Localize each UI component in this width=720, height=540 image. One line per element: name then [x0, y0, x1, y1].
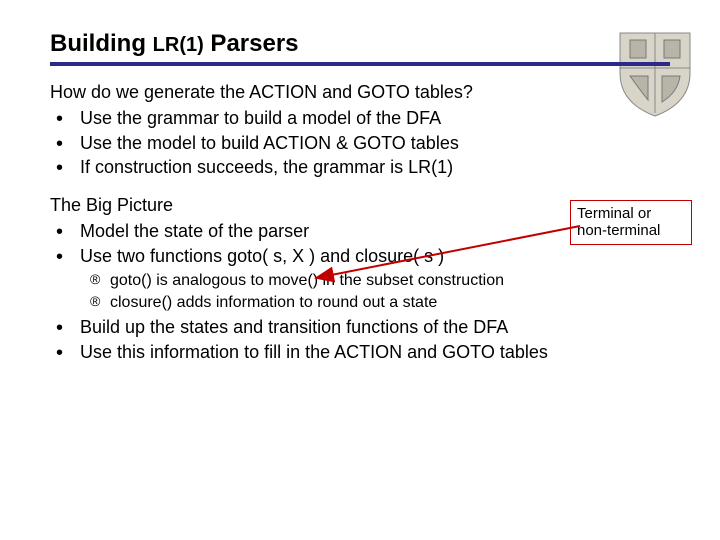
title-rule: [50, 62, 670, 66]
title-post: Parsers: [204, 30, 299, 57]
page-title: Building LR(1) Parsers: [50, 30, 670, 58]
list-item: goto() is analogous to move() in the sub…: [50, 270, 670, 292]
annotation-callout: Terminal or non-terminal: [570, 200, 692, 245]
list-item: Use this information to fill in the ACTI…: [50, 340, 670, 364]
list-item: Use the model to build ACTION & GOTO tab…: [50, 131, 670, 155]
list-item: Build up the states and transition funct…: [50, 315, 670, 339]
slide: Building LR(1) Parsers How do we generat…: [0, 0, 720, 364]
list-item: closure() adds information to round out …: [50, 292, 670, 314]
section2-sublist: goto() is analogous to move() in the sub…: [50, 270, 670, 313]
annotation-line2: non-terminal: [577, 222, 685, 239]
section1-lead: How do we generate the ACTION and GOTO t…: [50, 80, 670, 104]
title-pre: Building: [50, 30, 153, 57]
annotation-line1: Terminal or: [577, 205, 685, 222]
section2-list-bottom: Build up the states and transition funct…: [50, 315, 670, 364]
list-item: If construction succeeds, the grammar is…: [50, 155, 670, 179]
list-item: Use the grammar to build a model of the …: [50, 106, 670, 130]
title-block: Building LR(1) Parsers: [50, 30, 670, 66]
section1-list: Use the grammar to build a model of the …: [50, 106, 670, 179]
list-item: Use two functions goto( s, X ) and closu…: [50, 244, 670, 268]
title-small: LR(1): [153, 34, 204, 56]
